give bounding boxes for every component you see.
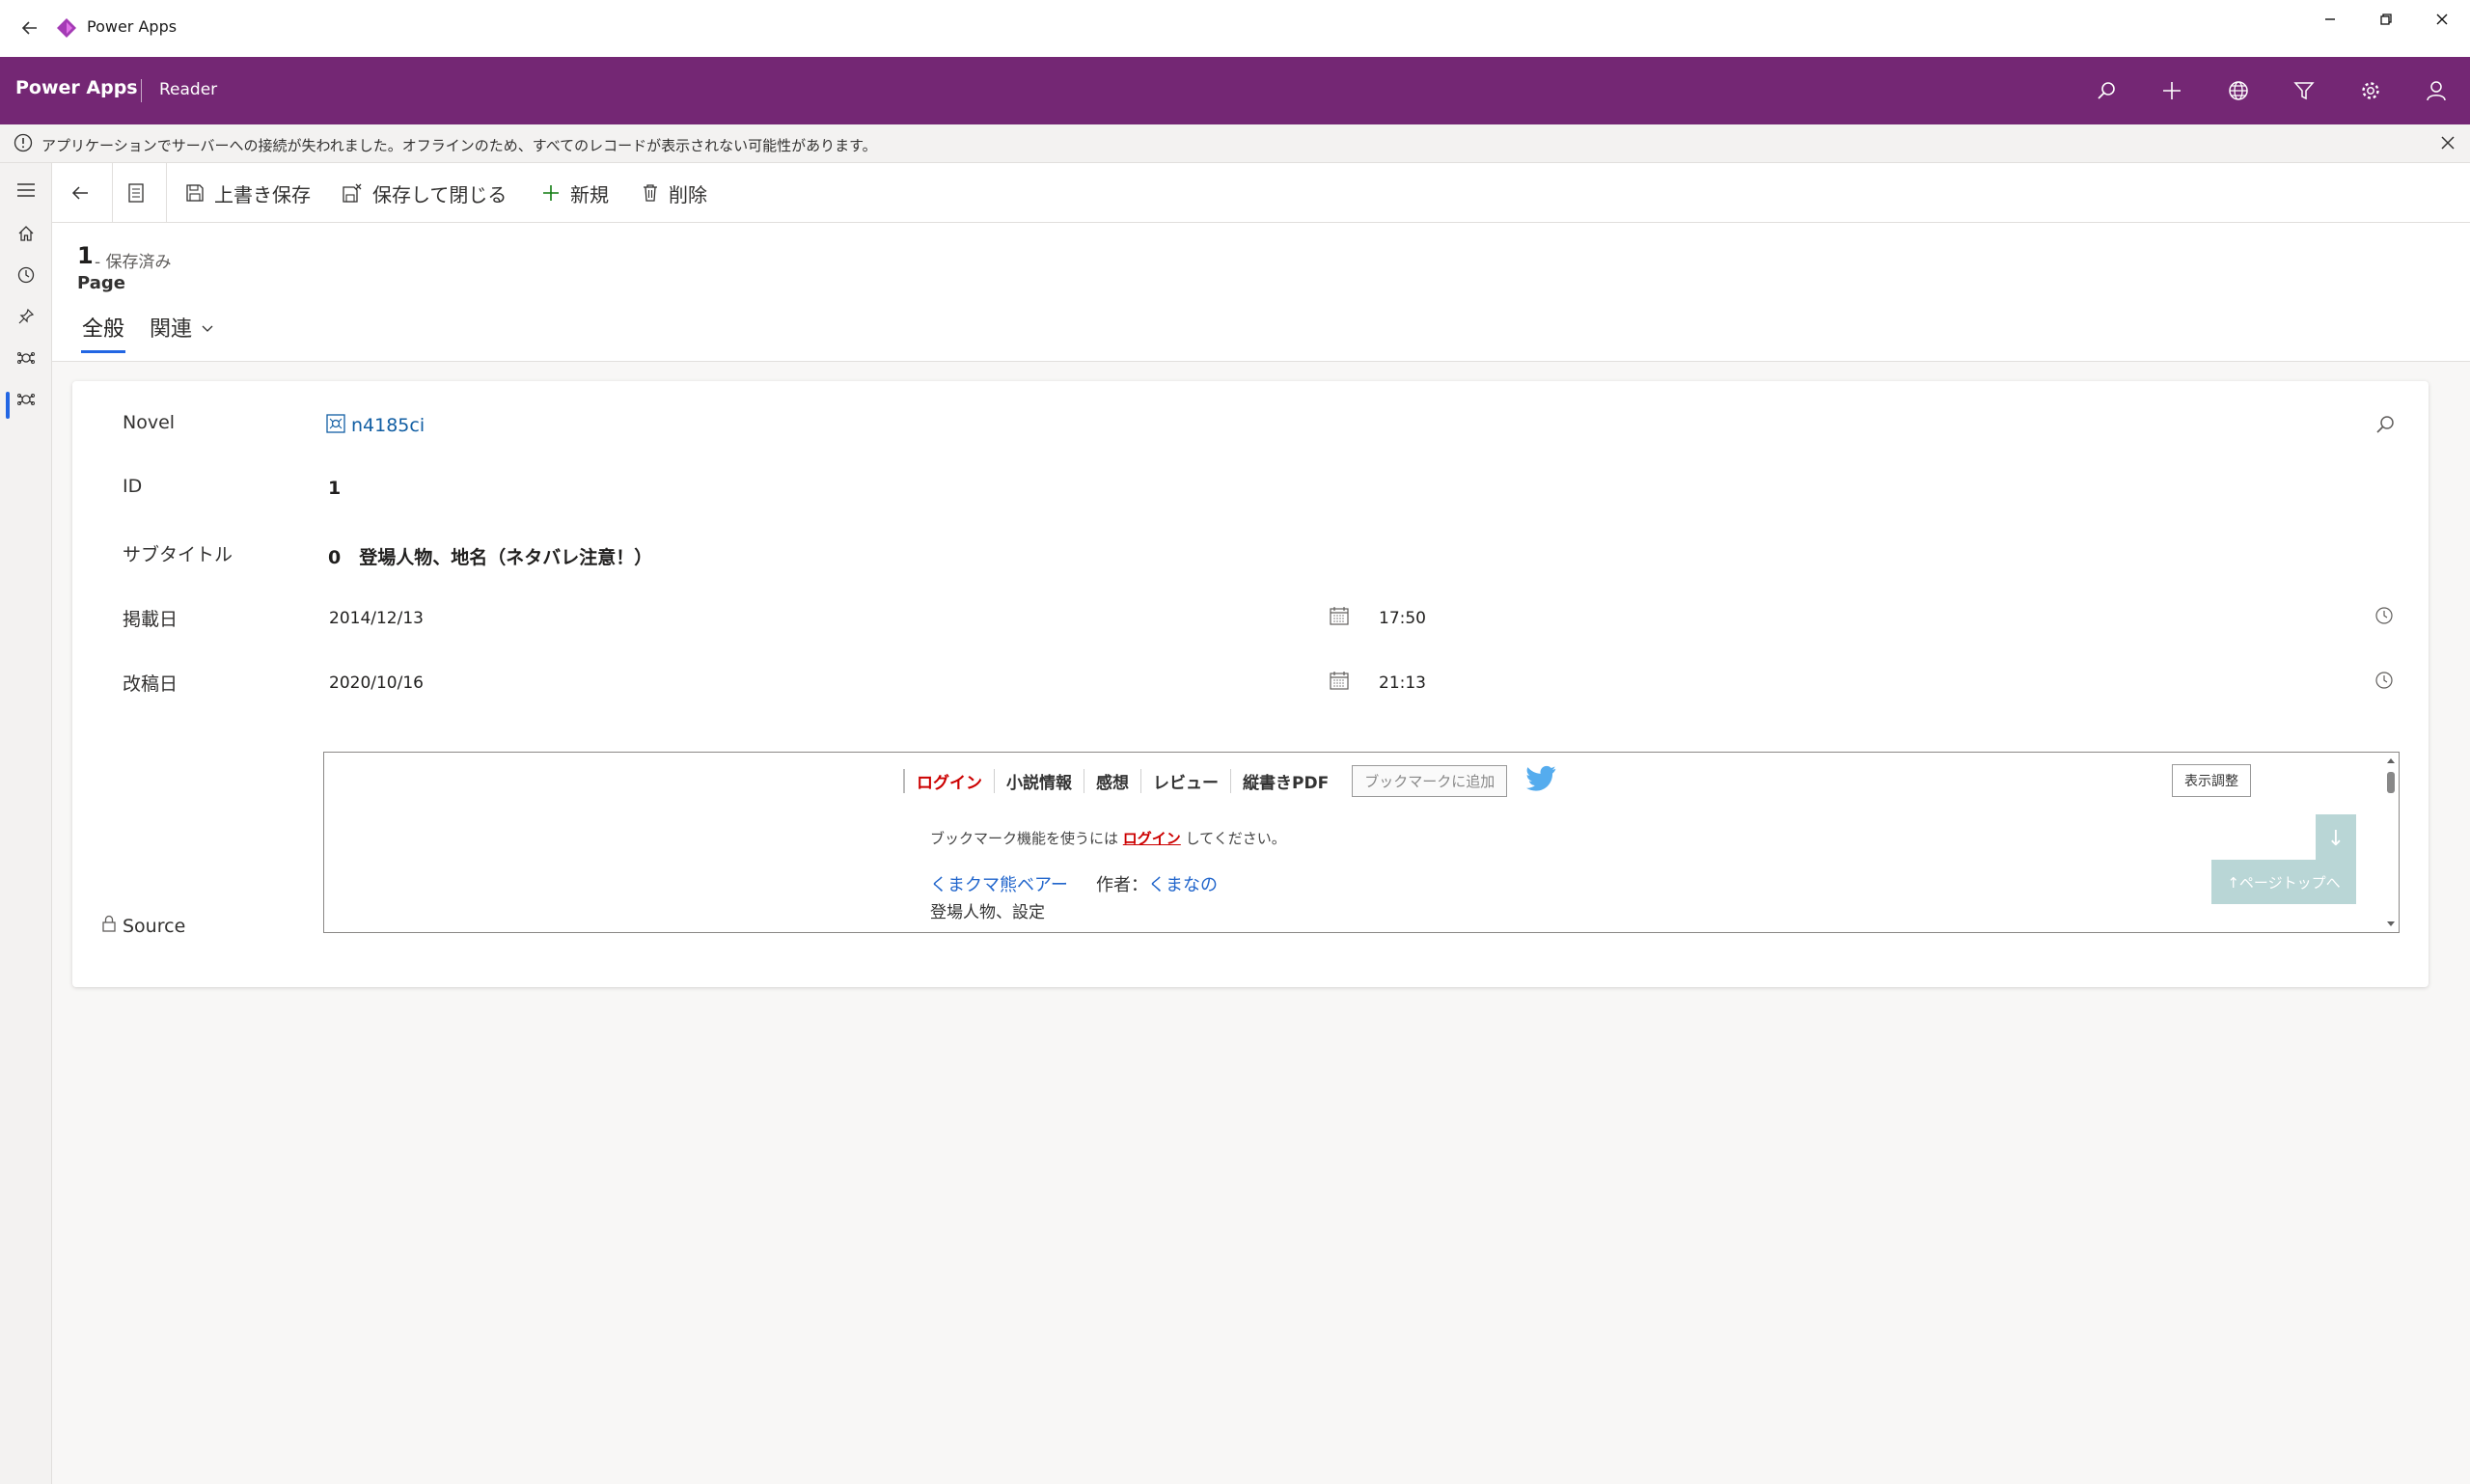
user-icon[interactable] — [2422, 76, 2451, 105]
scroll-up-icon[interactable] — [2386, 756, 2396, 764]
power-apps-logo-icon — [56, 17, 77, 39]
clock-icon[interactable] — [2374, 606, 2394, 629]
record-title: 1 — [77, 242, 94, 269]
window-title: Power Apps — [87, 17, 178, 36]
source-label: Source — [101, 914, 185, 938]
bookmark-notice: ブックマーク機能を使うには ログイン してください。 — [930, 828, 1286, 848]
minimize-icon[interactable] — [2311, 6, 2349, 33]
entity-icon[interactable] — [0, 339, 52, 377]
recent-icon[interactable] — [0, 256, 52, 294]
published-time[interactable]: 17:50 — [1379, 609, 1426, 628]
published-label: 掲載日 — [123, 609, 178, 630]
delete-button[interactable]: 削除 — [642, 163, 707, 223]
web-nav-review[interactable]: レビュー — [1140, 768, 1230, 793]
menu-icon[interactable] — [0, 171, 52, 209]
chevron-down-icon — [199, 317, 216, 342]
notification-message: アプリケーションでサーバーへの接続が失われました。オフラインのため、すべてのレコ… — [41, 137, 877, 154]
clock-icon[interactable] — [2374, 671, 2394, 694]
calendar-icon[interactable] — [1330, 671, 1349, 694]
entity-icon-active[interactable] — [0, 380, 52, 419]
chapter-title: 登場人物、設定 — [930, 903, 1045, 922]
offline-notification: アプリケーションでサーバーへの接続が失われました。オフラインのため、すべてのレコ… — [0, 124, 2470, 163]
back-button[interactable] — [69, 163, 100, 223]
scroll-down-icon[interactable] — [2386, 921, 2396, 928]
record-header: 1 - 保存済み Page 全般 関連 — [52, 223, 2470, 362]
bookmark-notice-prefix: ブックマーク機能を使うには — [930, 830, 1119, 847]
calendar-icon[interactable] — [1330, 606, 1349, 629]
tab-related[interactable]: 関連 — [150, 312, 216, 343]
command-divider — [166, 163, 167, 223]
bookmark-notice-suffix: してください。 — [1185, 830, 1286, 847]
command-divider — [112, 163, 113, 223]
app-header: Power Apps Reader — [0, 57, 2470, 124]
subtitle-label: サブタイトル — [123, 544, 233, 565]
web-nav-login[interactable]: ログイン — [903, 768, 994, 793]
id-label: ID — [123, 476, 143, 497]
new-label: 新規 — [570, 182, 609, 206]
save-and-close-button[interactable]: 保存して閉じる — [342, 163, 507, 223]
add-icon[interactable] — [2157, 76, 2186, 105]
add-bookmark-button[interactable]: ブックマークに追加 — [1352, 764, 1508, 797]
save-close-label: 保存して閉じる — [372, 182, 508, 206]
app-name[interactable]: Power Apps — [15, 77, 138, 98]
novel-link[interactable]: n4185ci — [351, 415, 425, 436]
back-arrow-icon[interactable] — [17, 15, 42, 41]
settings-icon[interactable] — [2356, 76, 2385, 105]
form-section: Novel n4185ci ID 1 サブタイトル 0 登場人物、地名（ネタバレ… — [72, 381, 2429, 987]
save-label: 上書き保存 — [214, 182, 311, 206]
form-selector-button[interactable] — [127, 163, 154, 223]
lock-icon — [101, 914, 117, 938]
scrollbar-thumb[interactable] — [2387, 772, 2395, 793]
page-top-button[interactable]: ↑ページトップへ — [2211, 860, 2356, 904]
author-link[interactable]: くまなの — [1148, 875, 1218, 895]
delete-label: 削除 — [669, 182, 707, 206]
info-icon — [14, 133, 33, 156]
active-tab-indicator — [81, 350, 125, 353]
home-icon[interactable] — [0, 214, 52, 253]
entity-name: Page — [77, 273, 125, 293]
window-titlebar: Power Apps — [0, 0, 2470, 57]
revised-date[interactable]: 2020/10/16 — [329, 673, 424, 693]
left-navigation — [0, 163, 52, 1484]
close-icon[interactable] — [2423, 6, 2461, 33]
web-nav-vertical-pdf[interactable]: 縦書きPDF — [1230, 768, 1340, 793]
novel-lookup[interactable]: n4185ci — [326, 414, 425, 437]
web-scrollbar[interactable] — [2383, 753, 2399, 932]
author-line: 作者：くまなの — [1096, 871, 1218, 896]
twitter-icon[interactable] — [1526, 765, 1557, 796]
published-date[interactable]: 2014/12/13 — [329, 609, 424, 628]
scroll-down-button[interactable]: ↓ — [2316, 814, 2356, 863]
source-web-viewer[interactable]: ログイン 小説情報 感想 レビュー 縦書きPDF ブックマークに追加 表示調整 … — [323, 752, 2400, 933]
save-button[interactable]: 上書き保存 — [185, 163, 311, 223]
web-nav: ログイン 小説情報 感想 レビュー 縦書きPDF ブックマークに追加 — [903, 762, 1557, 799]
pinned-icon[interactable] — [0, 297, 52, 336]
globe-icon[interactable] — [2224, 76, 2253, 105]
tab-general[interactable]: 全般 — [82, 312, 124, 343]
web-nav-novel-info[interactable]: 小説情報 — [994, 768, 1084, 793]
revised-label: 改稿日 — [123, 673, 178, 695]
command-bar: 上書き保存 保存して閉じる 新規 削除 — [52, 163, 2470, 223]
revised-time[interactable]: 21:13 — [1379, 673, 1426, 693]
display-settings-button[interactable]: 表示調整 — [2172, 764, 2251, 797]
module-name[interactable]: Reader — [159, 80, 217, 99]
novel-title-link[interactable]: くまクマ熊ベアー — [930, 871, 1068, 896]
filter-icon[interactable] — [2290, 76, 2319, 105]
author-prefix: 作者： — [1096, 875, 1148, 895]
search-icon[interactable] — [2092, 76, 2121, 105]
bookmark-login-link[interactable]: ログイン — [1123, 830, 1181, 847]
web-nav-impressions[interactable]: 感想 — [1084, 768, 1140, 793]
header-divider — [141, 79, 142, 102]
subtitle-value[interactable]: 0 登場人物、地名（ネタバレ注意！） — [328, 543, 652, 569]
dismiss-notification-icon[interactable] — [2437, 132, 2458, 157]
id-value[interactable]: 1 — [328, 478, 341, 499]
save-status: - 保存済み — [95, 253, 172, 272]
entity-record-icon — [326, 414, 345, 437]
new-button[interactable]: 新規 — [541, 163, 609, 223]
source-label-text: Source — [123, 915, 186, 937]
novel-label: Novel — [123, 412, 176, 433]
tab-related-label: 関連 — [150, 317, 193, 342]
search-icon[interactable] — [2374, 414, 2396, 439]
restore-icon[interactable] — [2367, 6, 2405, 33]
